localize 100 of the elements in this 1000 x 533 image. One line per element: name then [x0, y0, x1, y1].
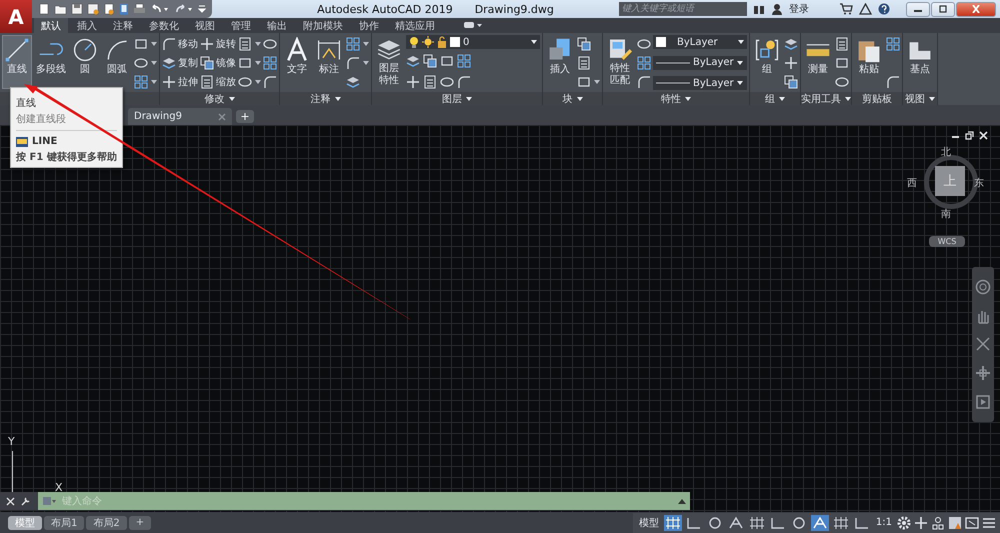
tool-button[interactable]: 镜像 — [200, 54, 236, 71]
caret-icon[interactable] — [576, 96, 582, 100]
minimize-button[interactable] — [906, 2, 930, 16]
ellipse-icon[interactable] — [637, 36, 651, 50]
arc-icon[interactable] — [886, 74, 900, 88]
panel-title[interactable]: 实用工具 — [801, 92, 841, 106]
grid-icon[interactable] — [263, 56, 277, 70]
property-dropdown[interactable]: ByLayer — [653, 56, 747, 70]
panel-title[interactable]: 特性 — [661, 92, 681, 106]
compass-label[interactable]: 北 — [941, 145, 951, 159]
close-button[interactable] — [956, 2, 996, 16]
new-tab-button[interactable]: + — [236, 110, 254, 123]
panel-title[interactable]: 块 — [562, 92, 572, 106]
property-dropdown[interactable]: ByLayer — [653, 76, 747, 90]
calculator-icon[interactable] — [577, 56, 591, 70]
move-icon[interactable] — [784, 56, 798, 70]
grid-icon[interactable] — [346, 36, 360, 50]
ribbon-tab[interactable]: 视图 — [188, 18, 222, 33]
layers-icon[interactable] — [406, 54, 420, 68]
arc-icon[interactable] — [162, 36, 176, 50]
command-input[interactable]: 键入命令 — [60, 494, 674, 508]
property-dropdown[interactable]: ByLayer — [653, 35, 747, 49]
ellipse-icon[interactable] — [440, 74, 454, 88]
tool-button[interactable]: 圆弧 — [102, 35, 132, 89]
caret-icon[interactable] — [363, 60, 369, 64]
panel-title[interactable]: 修改 — [204, 92, 224, 106]
ribbon-tab[interactable]: 输出 — [260, 18, 294, 33]
caret-icon[interactable] — [198, 4, 206, 14]
tool-button[interactable]: 缩放 — [200, 73, 236, 90]
move-icon[interactable] — [200, 36, 214, 50]
tool-button[interactable]: 插入 — [545, 35, 575, 89]
copy-icon[interactable] — [577, 36, 591, 50]
redo-icon[interactable] — [174, 3, 194, 15]
caret-icon[interactable] — [779, 96, 785, 100]
ribbon-tab[interactable]: 默认 — [34, 18, 68, 33]
panel-title[interactable]: 剪贴板 — [862, 92, 892, 106]
caret-icon[interactable] — [685, 96, 691, 100]
tool-button[interactable]: 移动 — [162, 35, 198, 52]
move-icon[interactable] — [162, 74, 176, 88]
caret-icon[interactable] — [334, 96, 340, 100]
rectangle-icon[interactable] — [577, 74, 591, 88]
caret-icon[interactable] — [738, 40, 744, 44]
grid-icon[interactable] — [134, 74, 148, 88]
ellipse-icon[interactable] — [835, 74, 849, 88]
wrench-icon[interactable] — [21, 496, 31, 506]
caret-icon[interactable] — [228, 96, 234, 100]
tool-button[interactable]: 多段线 — [34, 35, 68, 89]
caret-icon[interactable] — [151, 42, 157, 46]
undo-icon[interactable] — [150, 3, 170, 15]
tool-button[interactable]: 直线 — [2, 35, 32, 89]
grid-icon[interactable] — [457, 54, 471, 68]
caret-icon[interactable] — [151, 60, 157, 64]
tool-button[interactable]: 基点 — [905, 35, 935, 89]
annotation-scale-button[interactable]: 1:1 — [874, 517, 894, 528]
caret-icon[interactable] — [531, 40, 537, 44]
arc-icon[interactable] — [457, 74, 471, 88]
new-file-icon[interactable] — [38, 3, 50, 15]
search-field[interactable]: 键入关键字或短语 — [619, 2, 747, 16]
caret-icon[interactable] — [845, 96, 851, 100]
ribbon-tab[interactable]: 插入 — [70, 18, 104, 33]
rectangle-icon[interactable] — [134, 36, 148, 50]
layout-tab[interactable]: 布局1 — [44, 516, 84, 530]
compass-label[interactable]: 南 — [941, 207, 951, 221]
ucs-menu-button[interactable]: WCS — [929, 236, 965, 247]
save-icon[interactable] — [71, 3, 83, 15]
tool-button[interactable]: 标注 — [314, 35, 344, 89]
calculator-icon[interactable] — [835, 36, 849, 50]
tool-button[interactable]: 特性匹配 — [605, 35, 635, 89]
ribbon-tab[interactable]: 精选应用 — [388, 18, 442, 33]
tool-button[interactable]: 粘贴 — [854, 35, 884, 89]
ribbon-tab[interactable]: 参数化 — [142, 18, 186, 33]
tool-button[interactable]: 圆 — [70, 35, 100, 89]
user-icon[interactable] — [771, 3, 783, 15]
panel-title[interactable]: 视图 — [905, 92, 925, 106]
tool-button[interactable]: 文字 — [282, 35, 312, 89]
layers-icon[interactable] — [346, 74, 360, 88]
ellipse-icon[interactable] — [238, 74, 252, 88]
new-layout-button[interactable]: + — [128, 516, 152, 530]
rectangle-icon[interactable] — [835, 56, 849, 70]
print-icon[interactable] — [133, 3, 146, 15]
calculator-icon[interactable] — [238, 36, 252, 50]
ellipse-icon[interactable] — [263, 36, 277, 50]
rectangle-icon[interactable] — [440, 54, 454, 68]
arc-icon[interactable] — [263, 74, 277, 88]
status-toggle-icon[interactable] — [748, 514, 766, 530]
plus-icon[interactable] — [914, 516, 928, 530]
model-space-button[interactable]: 模型 — [636, 516, 661, 530]
calculator-icon[interactable] — [423, 74, 437, 88]
caret-icon[interactable] — [255, 60, 261, 64]
ribbon-tab[interactable]: 管理 — [224, 18, 258, 33]
tool-button[interactable]: 测量 — [803, 35, 833, 89]
ellipse-icon[interactable] — [134, 56, 148, 70]
copy-icon[interactable] — [784, 74, 798, 88]
caret-icon[interactable] — [594, 80, 600, 84]
caret-icon[interactable] — [466, 96, 472, 100]
application-menu-button[interactable]: A — [0, 0, 32, 33]
layers-icon[interactable] — [784, 36, 798, 50]
maximize-button[interactable] — [931, 2, 955, 16]
calculator-icon[interactable] — [200, 74, 214, 88]
command-prompt-icon[interactable] — [42, 496, 56, 506]
